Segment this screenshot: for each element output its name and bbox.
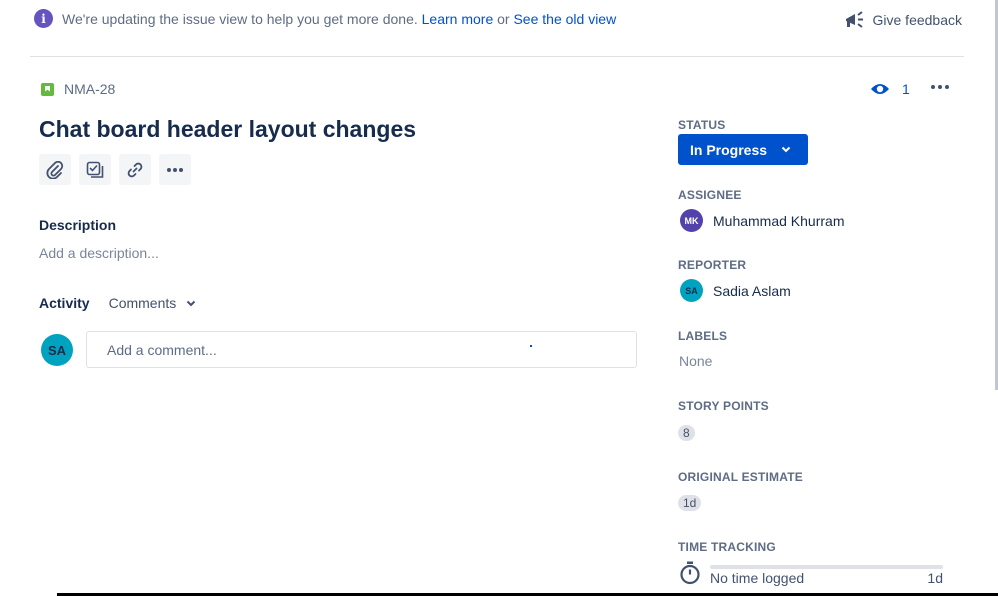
comment-input-box[interactable] xyxy=(86,331,637,368)
labels-label: LABELS xyxy=(678,329,728,343)
issue-toolbar xyxy=(39,154,191,185)
reporter-label: REPORTER xyxy=(678,258,747,272)
original-estimate-field[interactable]: 1d xyxy=(678,495,702,511)
issue-title[interactable]: Chat board header layout changes xyxy=(39,116,416,143)
activity-heading: Activity xyxy=(39,295,90,311)
add-child-issue-button[interactable] xyxy=(79,154,111,185)
learn-more-link[interactable]: Learn more xyxy=(422,11,494,27)
story-points-label: STORY POINTS xyxy=(678,399,769,413)
comment-input[interactable] xyxy=(87,332,636,367)
avatar: SA xyxy=(680,279,703,302)
more-actions-button[interactable] xyxy=(159,154,191,185)
assignee-name: Muhammad Khurram xyxy=(713,212,845,229)
time-tracking-label: TIME TRACKING xyxy=(678,540,776,554)
cursor-dot xyxy=(530,345,532,347)
description-field[interactable]: Add a description... xyxy=(39,245,159,261)
ellipsis-icon xyxy=(167,167,183,172)
banner-message: We're updating the issue view to help yo… xyxy=(62,11,617,27)
avatar: SA xyxy=(41,334,73,366)
megaphone-icon xyxy=(845,11,863,28)
story-icon xyxy=(41,82,54,96)
stopwatch-icon xyxy=(680,561,700,585)
watch-button[interactable]: 1 xyxy=(870,81,910,97)
link-issue-button[interactable] xyxy=(119,154,151,185)
description-heading: Description xyxy=(39,217,117,233)
issue-breadcrumb[interactable]: NMA-28 xyxy=(41,81,115,97)
more-options-button[interactable] xyxy=(931,85,949,89)
paperclip-icon xyxy=(46,160,64,179)
story-points-field[interactable]: 8 xyxy=(678,425,695,441)
labels-field[interactable]: None xyxy=(679,353,712,369)
eye-icon xyxy=(871,84,889,94)
reporter-name: Sadia Aslam xyxy=(713,282,791,299)
time-estimate: 1d xyxy=(927,570,943,586)
divider xyxy=(30,56,964,57)
reporter-field[interactable]: SA Sadia Aslam xyxy=(680,279,791,302)
status-dropdown[interactable]: In Progress xyxy=(678,134,808,165)
chevron-down-icon xyxy=(187,300,196,306)
time-logged: No time logged xyxy=(710,570,805,586)
ellipsis-icon xyxy=(931,85,935,89)
assignee-label: ASSIGNEE xyxy=(678,188,742,202)
avatar: MK xyxy=(680,209,703,232)
time-tracking-bar xyxy=(710,565,943,569)
issue-key[interactable]: NMA-28 xyxy=(64,81,115,97)
info-icon: i xyxy=(34,9,53,28)
give-feedback-button[interactable]: Give feedback xyxy=(843,10,962,30)
subtask-icon xyxy=(86,161,104,178)
original-estimate-label: ORIGINAL ESTIMATE xyxy=(678,470,803,484)
link-icon xyxy=(127,162,143,177)
update-banner: i We're updating the issue view to help … xyxy=(30,6,964,56)
assignee-field[interactable]: MK Muhammad Khurram xyxy=(680,209,845,232)
activity-section: Activity Comments xyxy=(39,295,196,311)
time-tracking-field[interactable]: No time logged 1d xyxy=(679,560,943,590)
attach-button[interactable] xyxy=(39,154,71,185)
activity-filter-dropdown[interactable]: Comments xyxy=(109,295,197,311)
watcher-count: 1 xyxy=(902,81,910,97)
old-view-link[interactable]: See the old view xyxy=(513,11,616,27)
chevron-down-icon xyxy=(781,146,791,153)
status-label: STATUS xyxy=(678,118,726,132)
